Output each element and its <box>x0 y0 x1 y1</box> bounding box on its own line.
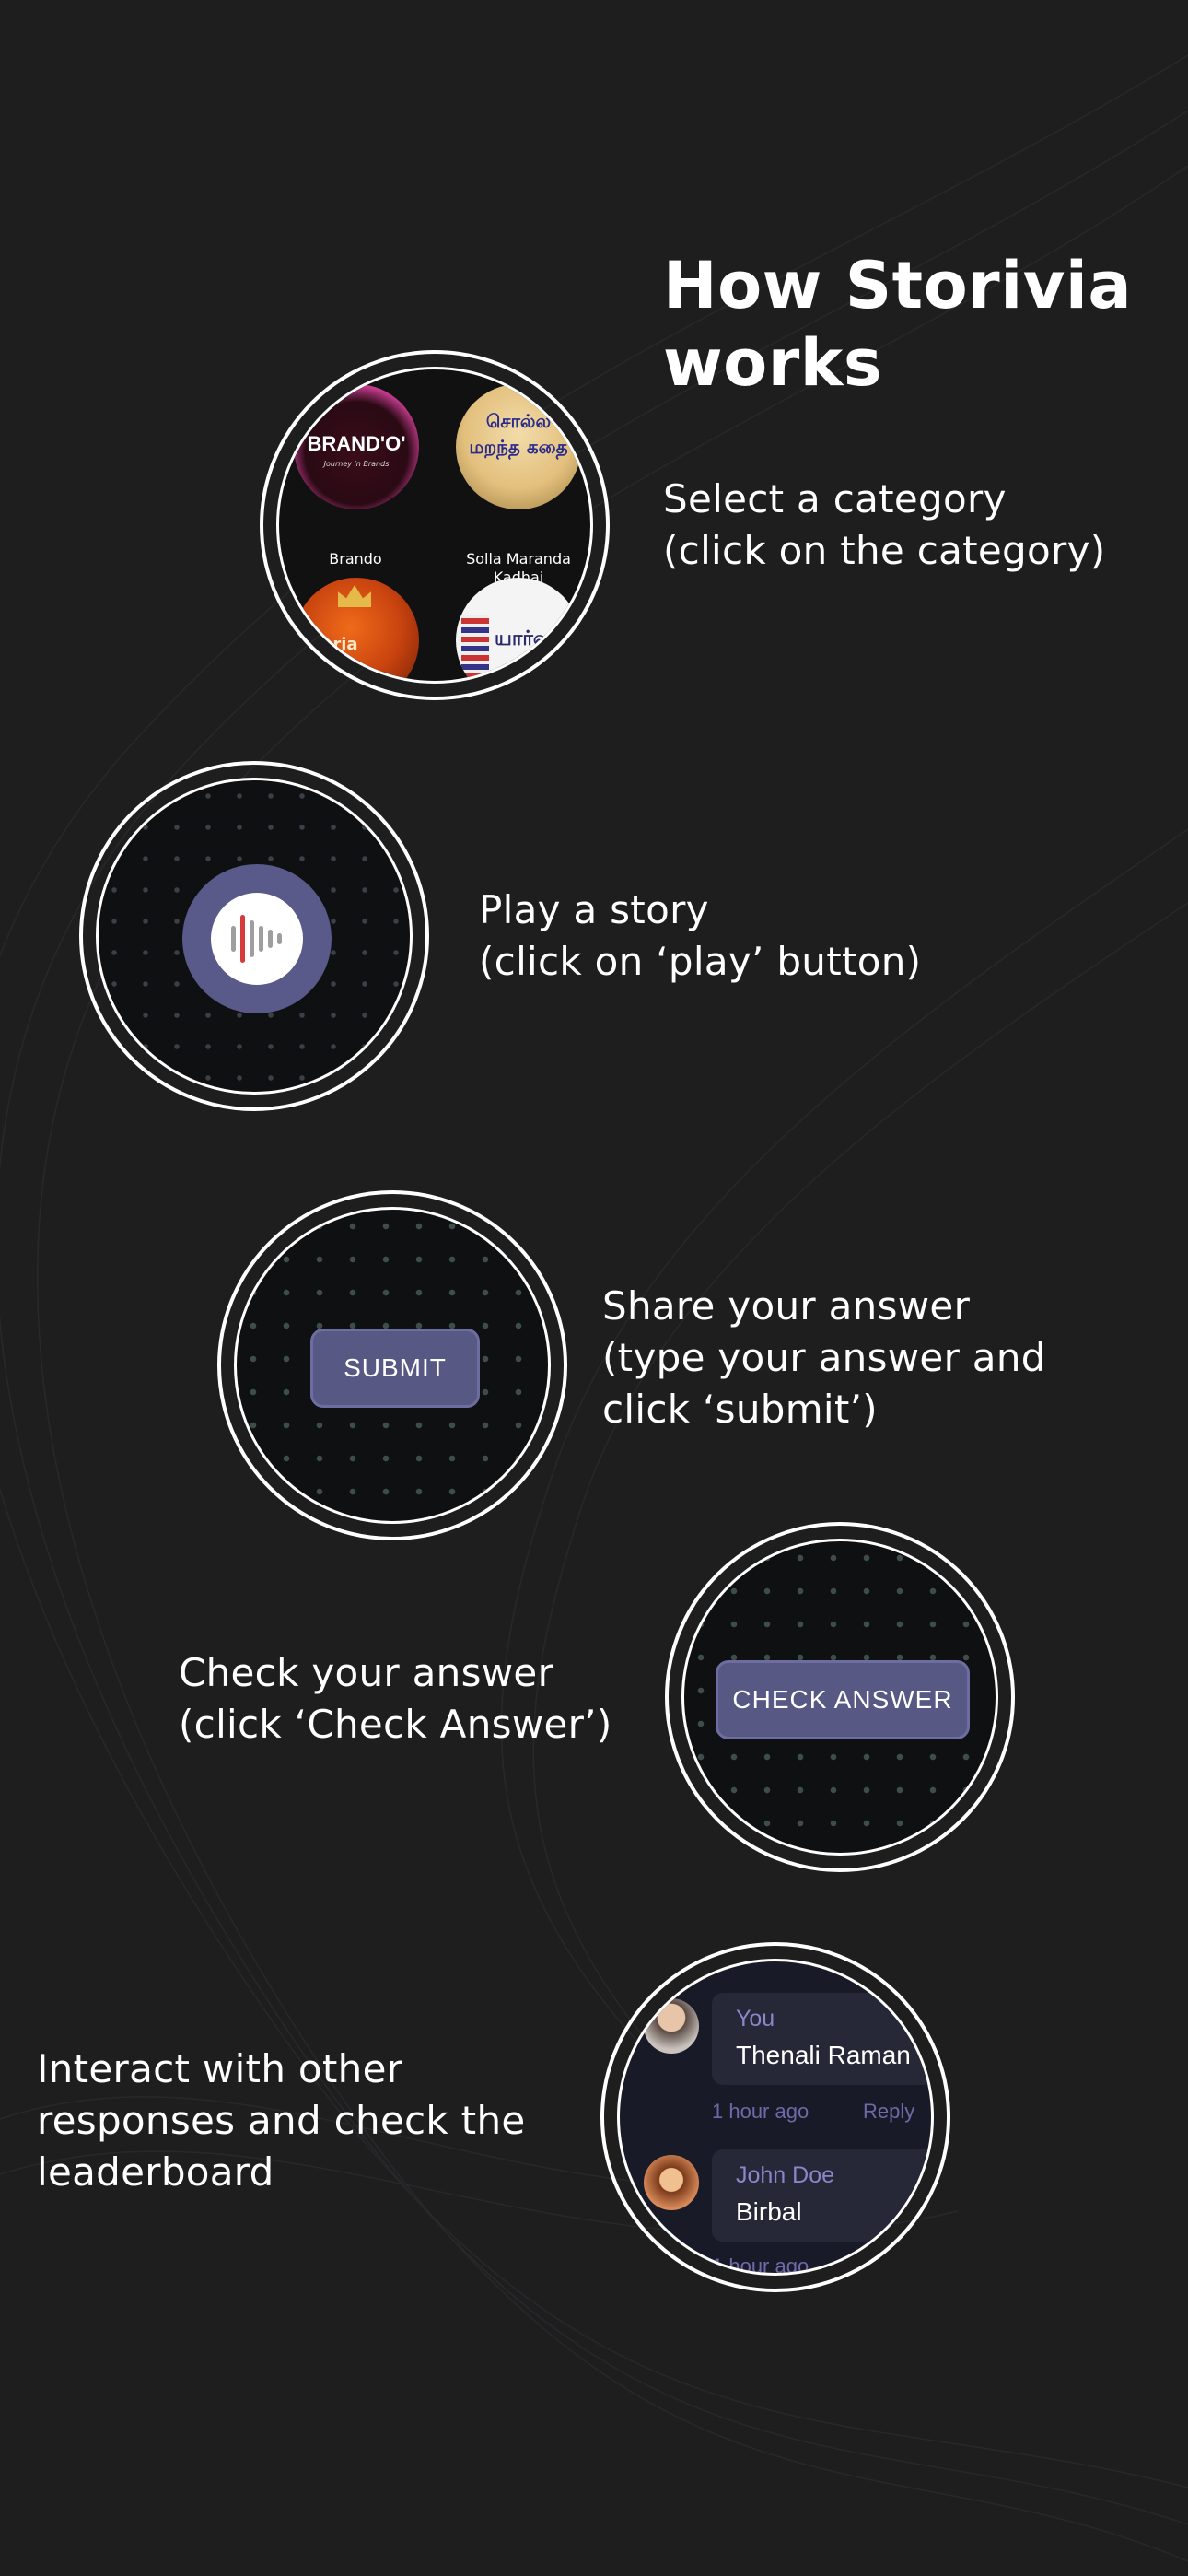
play-panel <box>96 778 413 1095</box>
reply-link[interactable]: Reply <box>863 2100 914 2124</box>
play-button-inner <box>211 893 303 985</box>
category-logo: யார்வ <box>495 627 553 650</box>
play-button[interactable] <box>182 864 332 1013</box>
check-answer-button[interactable]: CHECK ANSWER <box>716 1660 970 1739</box>
comment-bubble: You Thenali Raman <box>712 1993 931 2085</box>
category-solla-maranda-tile[interactable]: சொல்ல மறந்த கதை <box>456 384 581 509</box>
step-interact-text: Interact with other responses and check … <box>37 2046 526 2195</box>
category-brando-tile[interactable]: BRAND'O' Journey in Brands <box>294 384 419 509</box>
category-tagline: Journey in Brands <box>323 460 390 468</box>
crown-icon <box>338 585 371 607</box>
audio-wave-icon <box>231 915 282 963</box>
category-tile-3[interactable]: oria <box>294 578 419 681</box>
comment-timestamp: 1 hour ago <box>712 2254 809 2276</box>
comments-panel: You Thenali Raman 1 hour ago Reply John … <box>617 1959 934 2276</box>
category-logo: BRAND'O' <box>307 432 406 455</box>
check-answer-panel: CHECK ANSWER <box>681 1539 998 1856</box>
comment-bubble: John Doe Birbal <box>712 2149 931 2242</box>
step-share-answer-text: Share your answer (type your answer and … <box>602 1283 1046 1432</box>
comment-author: John Doe <box>736 2162 835 2188</box>
submit-step-illustration: SUBMIT <box>217 1190 567 1540</box>
books-icon <box>461 615 489 681</box>
avatar <box>644 1998 699 2054</box>
step-check-answer-text: Check your answer (click ‘Check Answer’) <box>179 1650 612 1747</box>
category-label-brando: Brando <box>329 550 382 568</box>
page-title: How Storivia works <box>663 248 1133 401</box>
category-logo: சொல்ல மறந்த கதை <box>469 410 568 458</box>
category-tile-4[interactable]: யார்வ <box>456 578 581 681</box>
category-logo: oria <box>321 635 358 654</box>
comment-author: You <box>736 2006 775 2032</box>
comment-text: Birbal <box>736 2197 802 2226</box>
category-grid: BRAND'O' Journey in Brands Brando சொல்ல … <box>276 367 593 684</box>
interact-step-illustration: You Thenali Raman 1 hour ago Reply John … <box>600 1942 950 2292</box>
play-step-illustration <box>79 761 429 1111</box>
comment-timestamp: 1 hour ago <box>712 2100 809 2123</box>
step-select-category-text: Select a category (click on the category… <box>663 476 1106 573</box>
submit-panel: SUBMIT <box>234 1207 551 1524</box>
step-play-story-text: Play a story (click on ‘play’ button) <box>479 887 922 984</box>
category-step-illustration: BRAND'O' Journey in Brands Brando சொல்ல … <box>260 350 610 700</box>
avatar <box>644 2155 699 2210</box>
submit-button[interactable]: SUBMIT <box>310 1329 480 1408</box>
comment-text: Thenali Raman <box>736 2041 911 2069</box>
check-answer-step-illustration: CHECK ANSWER <box>665 1522 1015 1872</box>
